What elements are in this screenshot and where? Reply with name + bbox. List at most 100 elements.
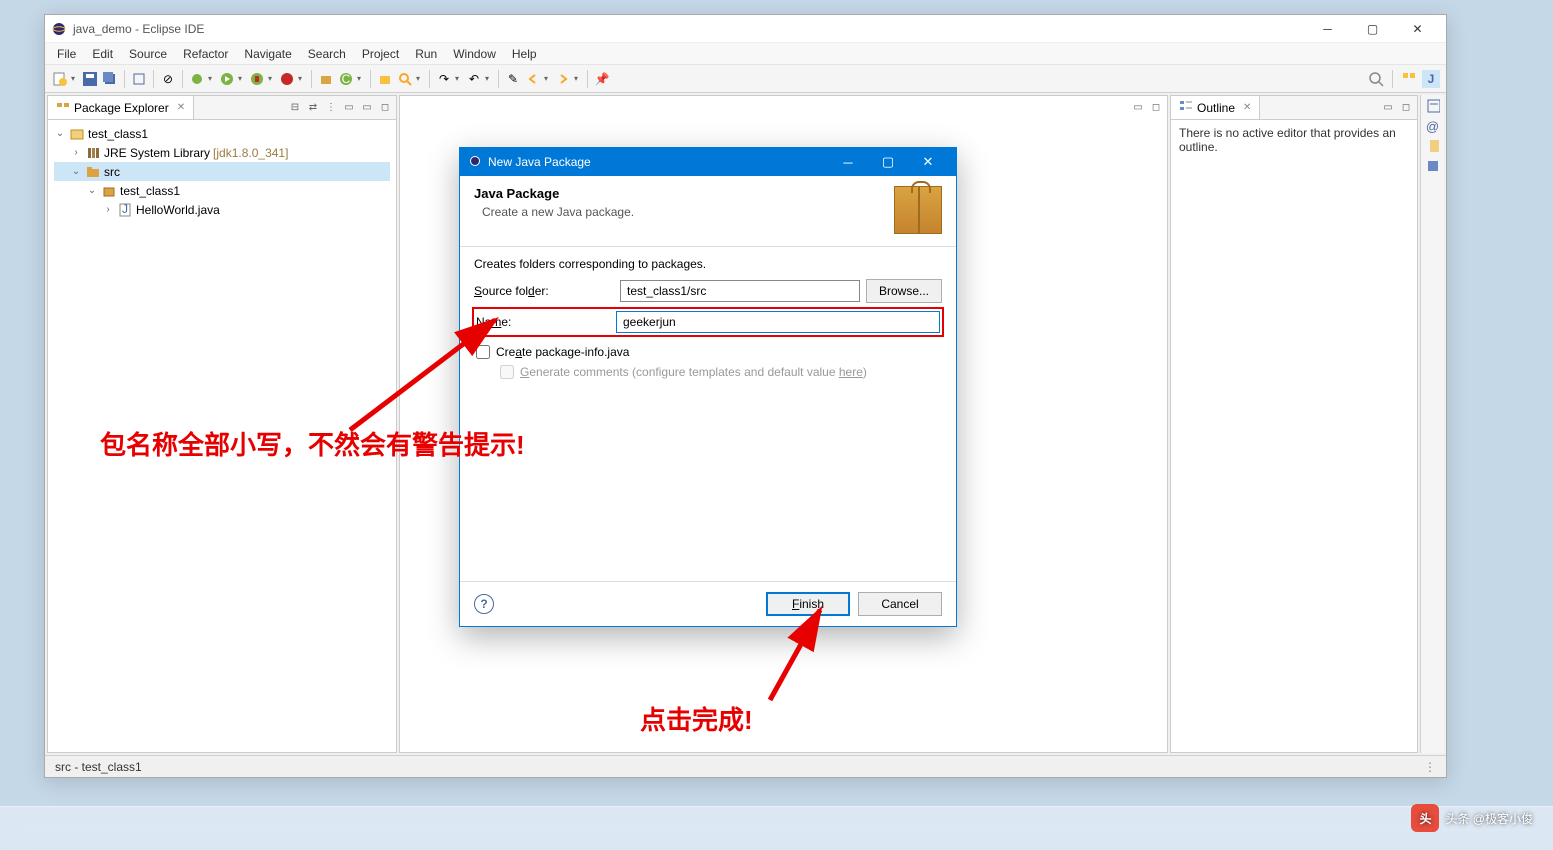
cheatsheet-icon[interactable] [1426,139,1440,153]
save-button[interactable] [81,70,99,88]
dialog-minimize-button[interactable]: ─ [828,148,868,176]
java-perspective-button[interactable]: J [1422,70,1440,88]
close-icon[interactable]: ✕ [1243,102,1251,113]
at-icon[interactable]: @ [1426,119,1440,133]
project-node[interactable]: ⌄ test_class1 [54,124,390,143]
pin-button[interactable]: 📌 [593,70,611,88]
here-link[interactable]: here [839,365,863,379]
minimize-icon[interactable]: ▭ [1381,101,1395,115]
project-tree: ⌄ test_class1 › JRE System Library [jdk1… [48,120,396,223]
menu-window[interactable]: Window [445,45,504,63]
annotation-lowercase: 包名称全部小写，不然会有警告提示! [100,425,525,462]
annotation-finish: 点击完成! [640,700,753,737]
package-icon [56,99,70,116]
watermark: 头 头条 @极客小俊 [1411,804,1533,832]
menu-file[interactable]: File [49,45,84,63]
new-class-button[interactable]: C [337,70,355,88]
eclipse-icon [51,21,67,37]
menu-source[interactable]: Source [121,45,175,63]
quick-access-button[interactable] [1367,70,1385,88]
java-file-icon: J [117,202,133,218]
package-explorer-panel: Package Explorer ✕ ⊟ ⇄ ⋮ ▭ ▭ ◻ ⌄ test_cl… [47,95,397,753]
minimize-button[interactable]: ─ [1305,15,1350,43]
dialog-maximize-button[interactable]: ▢ [868,148,908,176]
maximize-icon[interactable]: ◻ [1399,101,1413,115]
help-button[interactable]: ? [474,594,494,614]
jre-node[interactable]: › JRE System Library [jdk1.8.0_341] [54,143,390,162]
run-button[interactable] [218,70,236,88]
source-folder-input[interactable] [620,280,860,302]
link-button[interactable]: ⇄ [306,101,320,115]
generate-comments-checkbox [500,365,514,379]
dialog-description: Create a new Java package. [474,205,894,219]
svg-text:C: C [342,72,351,86]
cancel-button[interactable]: Cancel [858,592,942,616]
outline-tab[interactable]: Outline ✕ [1171,96,1260,119]
dialog-close-button[interactable]: ✕ [908,148,948,176]
maximize-icon[interactable]: ◻ [378,101,392,115]
menu-help[interactable]: Help [504,45,545,63]
finish-button[interactable]: Finish [766,592,850,616]
right-view-strip: @ [1420,95,1444,753]
maximize-button[interactable]: ▢ [1350,15,1395,43]
toutiao-logo-icon: 头 [1411,804,1439,832]
dialog-titlebar: New Java Package ─ ▢ ✕ [460,148,956,176]
package-node[interactable]: ⌄ test_class1 [54,181,390,200]
library-icon [85,145,101,161]
task-list-icon[interactable] [1426,99,1440,113]
outline-message: There is no active editor that provides … [1171,120,1417,160]
menu-project[interactable]: Project [354,45,407,63]
eclipse-icon [468,154,482,171]
svg-text:J: J [1428,72,1435,86]
prev-annotation-button[interactable]: ↶ [465,70,483,88]
titlebar: java_demo - Eclipse IDE ─ ▢ ✕ [45,15,1446,43]
dialog-header: Java Package [474,186,894,201]
next-annotation-button[interactable]: ↷ [435,70,453,88]
create-package-info-checkbox[interactable] [476,345,490,359]
debug-skip-button[interactable]: ⊘ [159,70,177,88]
src-node[interactable]: ⌄ src [54,162,390,181]
close-icon[interactable]: ✕ [177,102,185,113]
close-button[interactable]: ✕ [1395,15,1440,43]
new-button[interactable] [51,70,69,88]
dialog-info: Creates folders corresponding to package… [474,257,942,271]
last-edit-button[interactable]: ✎ [504,70,522,88]
generate-comments-label: Generate comments (configure templates a… [520,365,867,379]
statusbar: src - test_class1 ⋮ [45,755,1446,777]
create-package-info-label: Create package-info.java [496,345,629,359]
minimize-icon[interactable]: ▭ [360,101,374,115]
source-folder-label: Source folder: [474,284,614,298]
menu-refactor[interactable]: Refactor [175,45,236,63]
project-icon [69,126,85,142]
package-wizard-icon [894,186,942,234]
menu-edit[interactable]: Edit [84,45,121,63]
debug-button[interactable] [188,70,206,88]
ext-tools-button[interactable] [278,70,296,88]
save-all-button[interactable] [101,70,119,88]
maximize-icon[interactable]: ◻ [1149,100,1163,114]
open-type-button[interactable] [376,70,394,88]
browse-button[interactable]: Browse... [866,279,942,303]
search-button[interactable] [396,70,414,88]
status-text: src - test_class1 [55,760,142,774]
back-button[interactable] [524,70,542,88]
status-handle: ⋮ [1424,760,1436,774]
java-file-node[interactable]: › J HelloWorld.java [54,200,390,219]
view-menu-button[interactable]: ▭ [342,101,356,115]
coverage-button[interactable] [248,70,266,88]
minimize-icon[interactable]: ▭ [1131,100,1145,114]
toggle-button[interactable] [130,70,148,88]
forward-button[interactable] [554,70,572,88]
filter-button[interactable]: ⋮ [324,101,338,115]
package-explorer-tab[interactable]: Package Explorer ✕ [48,96,194,119]
new-package-button[interactable] [317,70,335,88]
bookmark-icon[interactable] [1426,159,1440,173]
name-row-highlight: Name: [472,307,944,337]
name-input[interactable] [616,311,940,333]
menu-search[interactable]: Search [300,45,354,63]
open-perspective-button[interactable] [1400,70,1418,88]
collapse-button[interactable]: ⊟ [288,101,302,115]
menu-run[interactable]: Run [407,45,445,63]
menu-navigate[interactable]: Navigate [236,45,299,63]
outline-icon [1179,99,1193,116]
